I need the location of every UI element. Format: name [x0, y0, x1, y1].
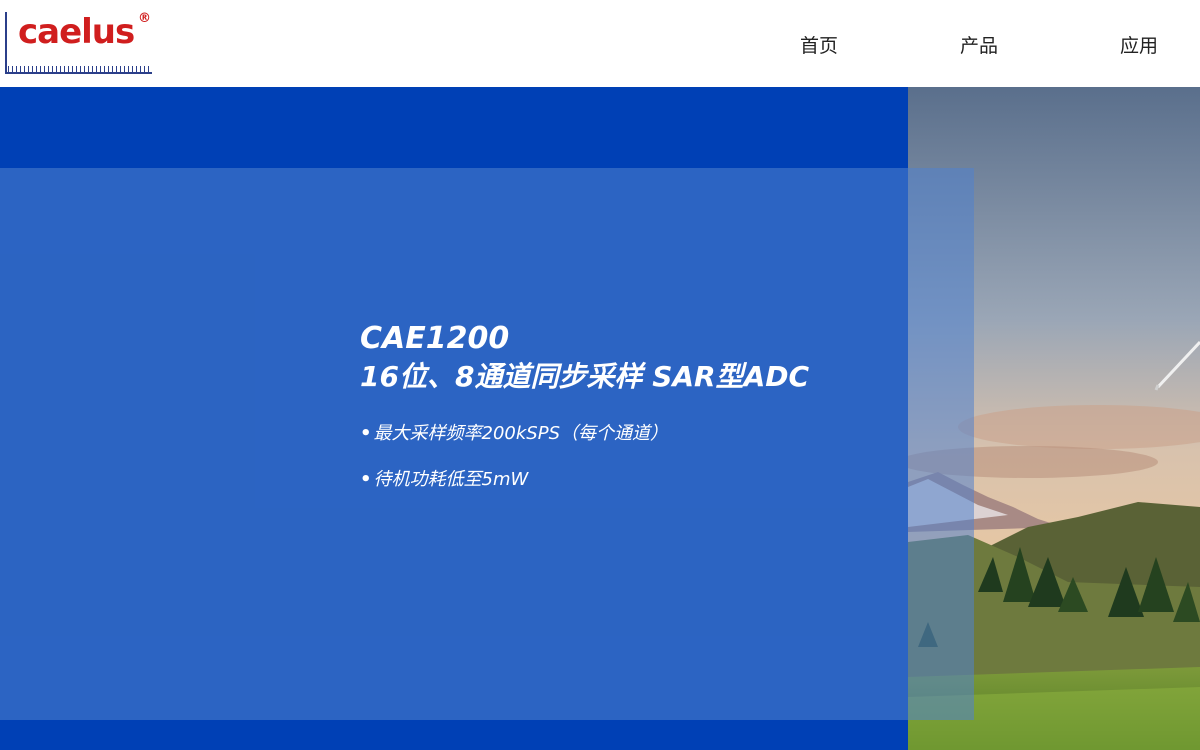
nav-item-home[interactable]: 首页 [800, 34, 838, 58]
bullet-icon: • [360, 469, 372, 490]
logo-text: caelus [18, 12, 135, 52]
caelus-logo-link[interactable]: caelus ® [4, 8, 154, 74]
hero-content: CAE1200 16位、8通道同步采样 SAR型ADC • 最大采样频率200kS… [360, 320, 920, 514]
product-model: CAE1200 [360, 321, 510, 356]
product-subtitle: 16位、8通道同步采样 SAR型ADC [360, 360, 810, 393]
feature-item: • 待机功耗低至5mW [360, 468, 920, 492]
logo-baseline [5, 72, 152, 74]
logo-registered-mark: ® [138, 11, 151, 26]
feature-list: • 最大采样频率200kSPS（每个通道） • 待机功耗低至5mW [360, 422, 920, 492]
logo-left-bar [5, 12, 7, 74]
bullet-icon: • [360, 423, 372, 444]
feature-text: 最大采样频率200kSPS（每个通道） [373, 423, 669, 444]
site-header: caelus ® 首页 产品 应用 [0, 0, 1200, 87]
page: caelus ® 首页 产品 应用 CAE1200 16位、8通道同步采样 SA… [0, 0, 1200, 750]
feature-text: 待机功耗低至5mW [373, 469, 529, 490]
nav-item-applications[interactable]: 应用 [1120, 34, 1158, 58]
feature-item: • 最大采样频率200kSPS（每个通道） [360, 422, 920, 446]
nav-item-products[interactable]: 产品 [960, 34, 998, 58]
